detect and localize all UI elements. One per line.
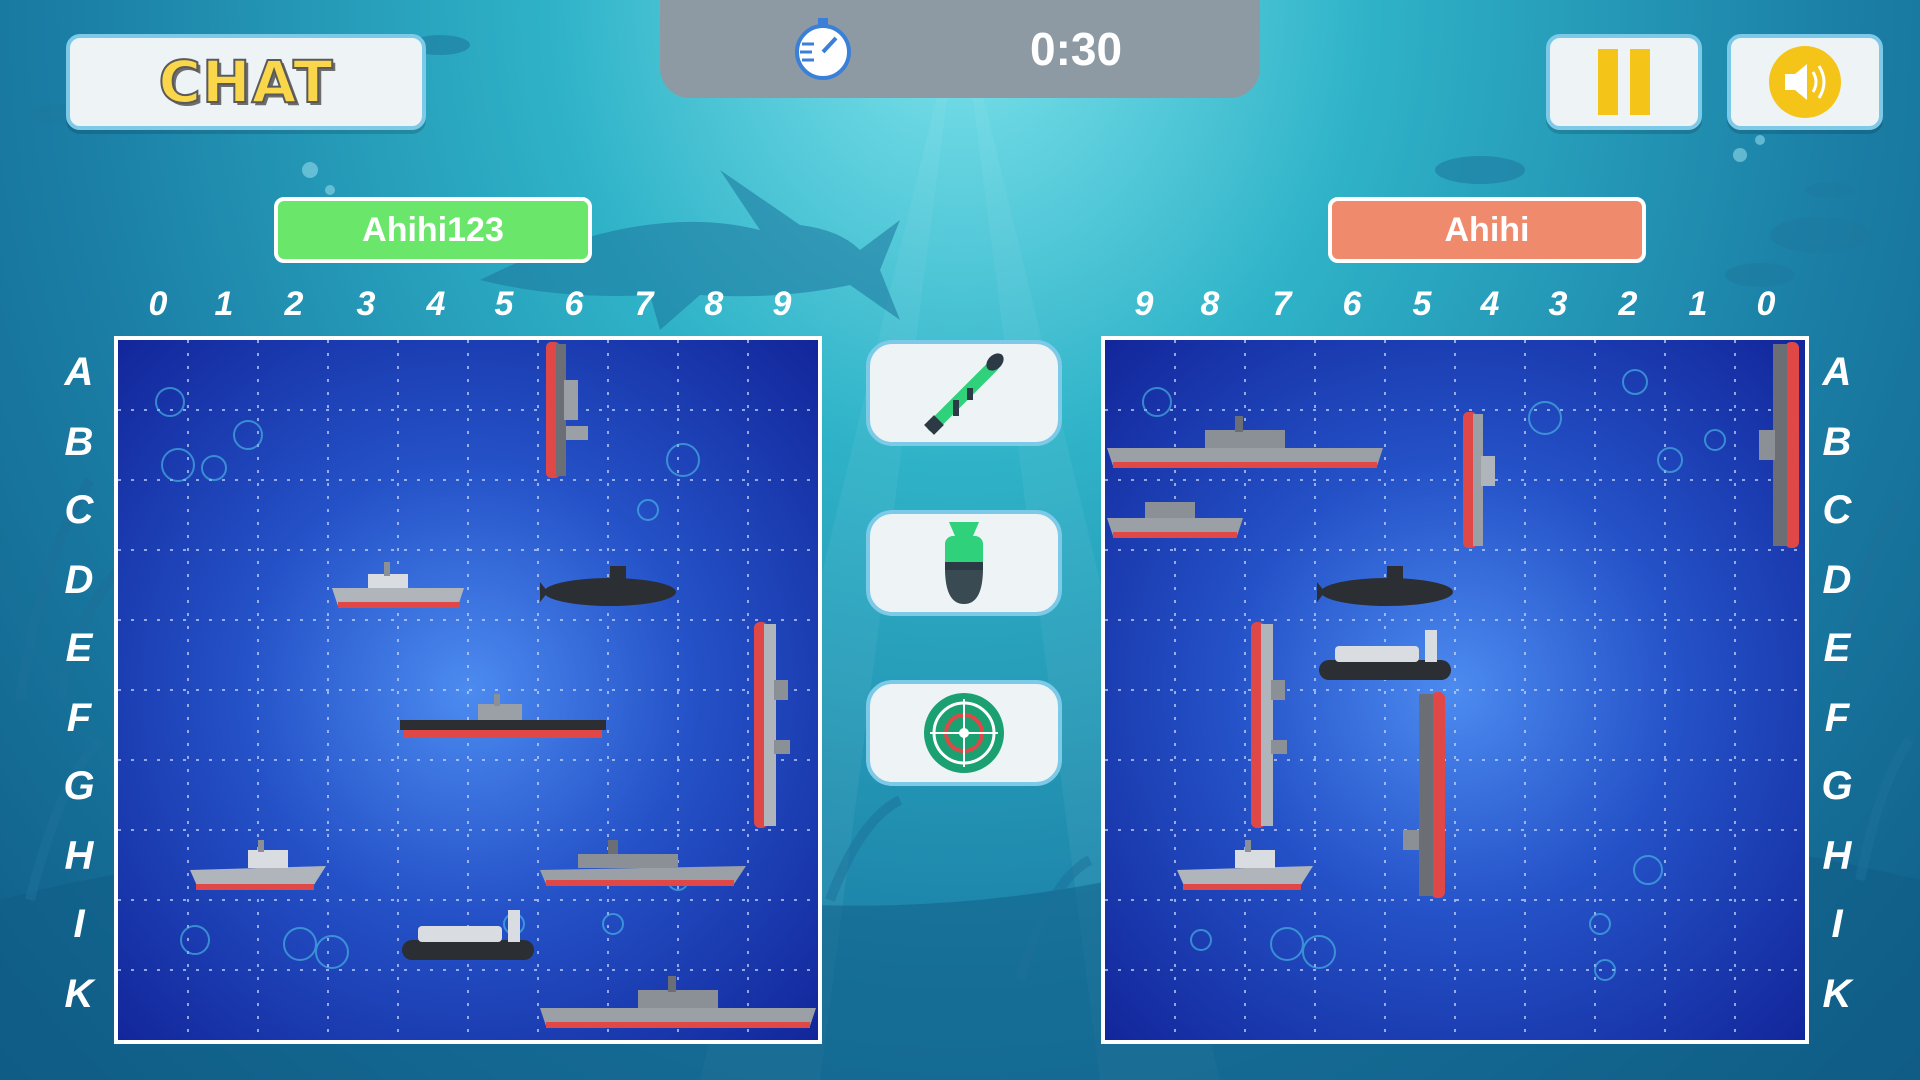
chat-button-label: CHAT <box>157 47 334 117</box>
row-label-right: A <box>1822 350 1852 394</box>
ship-carrier-vertical <box>754 622 790 828</box>
row-label-right: B <box>1822 420 1852 464</box>
row-label-right: E <box>1823 626 1851 670</box>
row-label-right: G <box>1821 764 1853 808</box>
row-label-left: H <box>64 834 94 878</box>
speaker-icon <box>1769 46 1841 118</box>
col-label-right: 0 <box>1756 285 1776 323</box>
ship-cruiser <box>1107 416 1383 468</box>
col-label-left: 0 <box>148 285 168 323</box>
player-name-right-label: Ahihi <box>1444 210 1530 249</box>
ship-carrier-vertical <box>1251 622 1287 828</box>
ship-destroyer <box>546 342 588 478</box>
weapon-bomb-button[interactable] <box>866 510 1062 616</box>
row-label-right: I <box>1831 902 1843 946</box>
timer-bar: 0:30 <box>660 0 1260 98</box>
sound-button[interactable] <box>1727 34 1883 130</box>
opponent-board-right[interactable] <box>1101 336 1809 1044</box>
weapon-rocket-button[interactable] <box>866 340 1062 446</box>
stopwatch-icon <box>795 18 851 80</box>
ship-patrol-vertical <box>1463 412 1495 548</box>
row-label-right: F <box>1824 696 1850 740</box>
ship-speedboat <box>190 840 326 890</box>
row-label-left: B <box>64 420 94 464</box>
col-label-left: 1 <box>214 285 234 323</box>
col-label-left: 9 <box>772 285 792 323</box>
ship-cruiser-vertical <box>1403 692 1445 898</box>
ship-carrier <box>400 694 606 738</box>
ship-submarine <box>540 566 676 606</box>
col-label-left: 5 <box>494 285 514 323</box>
col-label-right: 2 <box>1618 285 1638 323</box>
row-label-left: I <box>73 902 85 946</box>
row-label-left: E <box>65 626 93 670</box>
col-label-right: 9 <box>1134 285 1154 323</box>
row-label-right: K <box>1822 972 1852 1016</box>
bazooka-icon <box>924 353 1004 435</box>
col-label-right: 7 <box>1272 285 1292 323</box>
col-label-left: 4 <box>426 285 446 323</box>
ship-battleship <box>540 840 746 886</box>
ship-destroyer <box>1107 502 1243 538</box>
pause-icon <box>1598 49 1650 115</box>
player-name-left-label: Ahihi123 <box>362 210 504 249</box>
row-label-right: D <box>1822 558 1852 602</box>
row-label-right: H <box>1822 834 1852 878</box>
ship-battleship-vertical <box>1759 342 1799 548</box>
row-label-left: G <box>63 764 95 808</box>
bomb-icon <box>945 522 983 604</box>
col-label-left: 2 <box>284 285 304 323</box>
ship-speedboat <box>1177 840 1313 890</box>
ship-cruiser <box>540 976 816 1028</box>
ship-hovercraft <box>402 910 534 960</box>
row-label-left: A <box>64 350 94 394</box>
col-label-left: 3 <box>356 285 376 323</box>
player-name-right: Ahihi <box>1328 197 1646 263</box>
row-label-left: D <box>64 558 94 602</box>
timer-value: 0:30 <box>1030 23 1123 75</box>
player-board-left[interactable] <box>114 336 822 1044</box>
col-label-right: 6 <box>1342 285 1362 323</box>
weapon-radar-button[interactable] <box>866 680 1062 786</box>
row-label-left: K <box>64 972 94 1016</box>
row-label-right: C <box>1822 488 1852 532</box>
ship-hovercraft <box>1319 630 1451 680</box>
ship-submarine <box>1317 566 1453 606</box>
col-label-right: 3 <box>1548 285 1568 323</box>
radar-icon <box>924 693 1004 773</box>
chat-button[interactable]: CHAT <box>66 34 426 130</box>
row-label-left: F <box>66 696 92 740</box>
col-label-left: 8 <box>704 285 724 323</box>
pause-button[interactable] <box>1546 34 1702 130</box>
col-label-left: 6 <box>564 285 584 323</box>
ship-patrol <box>332 562 464 608</box>
col-label-right: 4 <box>1480 285 1500 323</box>
player-name-left: Ahihi123 <box>274 197 592 263</box>
col-label-left: 7 <box>634 285 654 323</box>
col-label-right: 8 <box>1200 285 1220 323</box>
row-label-left: C <box>64 488 94 532</box>
col-label-right: 5 <box>1412 285 1432 323</box>
col-label-right: 1 <box>1688 285 1708 323</box>
